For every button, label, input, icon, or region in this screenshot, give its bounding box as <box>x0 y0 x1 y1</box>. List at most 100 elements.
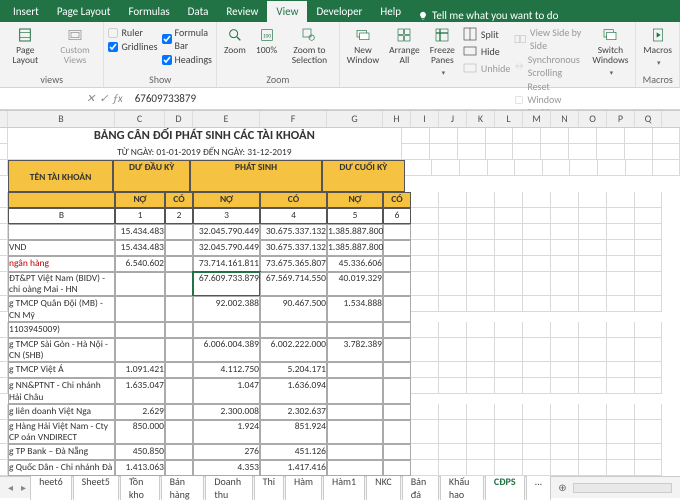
zoom-selection-button[interactable]: Zoom to Selection <box>284 24 335 68</box>
cell[interactable] <box>0 362 8 378</box>
cell[interactable] <box>607 420 635 444</box>
cell[interactable] <box>411 338 439 362</box>
cell[interactable] <box>579 444 607 460</box>
cell[interactable] <box>579 404 607 420</box>
horizontal-scrollbar[interactable] <box>573 483 672 493</box>
cell[interactable] <box>432 160 460 176</box>
cell[interactable] <box>0 192 8 208</box>
cell[interactable] <box>8 192 115 208</box>
cell[interactable] <box>430 144 458 160</box>
cell[interactable] <box>467 338 495 362</box>
cell[interactable] <box>551 378 579 394</box>
cell[interactable] <box>260 322 327 338</box>
cell[interactable] <box>626 160 654 176</box>
cell[interactable]: 1.091.421 <box>115 362 165 378</box>
cell[interactable] <box>523 256 551 272</box>
cell[interactable]: 73.675.365.807 <box>260 256 327 272</box>
cell[interactable]: 32.045.790.449 <box>193 224 260 240</box>
cell[interactable] <box>635 378 662 394</box>
cell[interactable]: g TMCP Sài Gòn - Hà Nội - CN (SHB) <box>8 338 115 362</box>
cell[interactable] <box>653 128 680 144</box>
table-row[interactable]: 1103945009) <box>0 322 680 338</box>
cell[interactable] <box>551 240 579 256</box>
cell[interactable] <box>607 272 635 296</box>
col-head-c[interactable]: C <box>115 111 165 127</box>
col-head-o[interactable]: O <box>579 111 607 127</box>
cell[interactable] <box>495 256 523 272</box>
cell[interactable] <box>327 404 383 420</box>
cell[interactable] <box>411 420 439 444</box>
cell[interactable] <box>579 192 607 208</box>
cell[interactable] <box>635 272 662 296</box>
cell[interactable] <box>579 256 607 272</box>
cell[interactable] <box>165 256 193 272</box>
cell[interactable] <box>327 460 383 476</box>
cell[interactable] <box>598 160 626 176</box>
cell[interactable] <box>597 144 625 160</box>
cell[interactable] <box>411 192 439 208</box>
cell[interactable] <box>467 322 495 338</box>
cell[interactable] <box>165 444 193 460</box>
cell[interactable]: DƯ ĐẦU KỲ <box>113 160 190 192</box>
cell[interactable] <box>523 460 551 476</box>
cell[interactable]: 1.924 <box>193 420 260 444</box>
cell[interactable] <box>439 224 467 240</box>
table-row[interactable]: g liên doanh Việt Nga2.6292.300.0082.302… <box>0 404 680 420</box>
cell[interactable] <box>551 420 579 444</box>
cell[interactable] <box>0 128 8 144</box>
cell[interactable] <box>495 362 523 378</box>
formula-input[interactable]: 67609733879 <box>129 92 680 105</box>
cell[interactable] <box>467 192 495 208</box>
cell[interactable] <box>495 404 523 420</box>
cell[interactable] <box>327 420 383 444</box>
macros-button[interactable]: Macros <box>640 24 675 69</box>
cell[interactable]: g TMCP Quân Đội (MB) - CN Mỹ <box>8 296 115 322</box>
cell[interactable] <box>579 420 607 444</box>
cell[interactable] <box>635 338 662 362</box>
cell[interactable] <box>115 338 165 362</box>
cell[interactable] <box>579 460 607 476</box>
cell[interactable]: 1.413.063 <box>115 460 165 476</box>
cell[interactable] <box>523 338 551 362</box>
cell[interactable]: 450.850 <box>115 444 165 460</box>
cell[interactable]: 1.385.887.800 <box>327 240 383 256</box>
cell[interactable]: 2 <box>165 208 193 224</box>
cell[interactable] <box>115 322 165 338</box>
cell[interactable]: 1 <box>115 208 165 224</box>
cell[interactable]: B <box>8 208 115 224</box>
cell[interactable]: 6.002.222.000 <box>260 338 327 362</box>
report-title[interactable]: BẢNG CÂN ĐỐI PHÁT SINH CÁC TÀI KHOẢN <box>8 128 402 144</box>
cell[interactable] <box>327 444 383 460</box>
cell[interactable]: TÊN TÀI KHOẢN <box>8 160 113 192</box>
cell[interactable] <box>458 128 486 144</box>
cell[interactable]: 90.467.500 <box>260 296 327 322</box>
cell[interactable] <box>570 160 598 176</box>
cell[interactable]: 67.609.733.879 <box>193 272 260 296</box>
cell[interactable] <box>165 378 193 404</box>
cell[interactable]: DƯ CUỐI KỲ <box>322 160 405 192</box>
cell[interactable] <box>165 404 193 420</box>
cell[interactable] <box>0 256 8 272</box>
cell[interactable] <box>625 144 653 160</box>
cell[interactable]: 1.635.047 <box>115 378 165 404</box>
col-head-f[interactable]: F <box>260 111 327 127</box>
cell[interactable] <box>495 224 523 240</box>
cell[interactable] <box>579 338 607 362</box>
col-head-l[interactable]: L <box>495 111 523 127</box>
cell[interactable] <box>523 192 551 208</box>
worksheet-area[interactable]: B C D E F G H I J K L M N O P Q BẢNG CÂN… <box>0 110 680 476</box>
cell[interactable] <box>0 322 8 338</box>
fx-icon[interactable]: ƒx <box>112 92 122 105</box>
cell[interactable] <box>607 444 635 460</box>
cell[interactable] <box>523 224 551 240</box>
tab-nav-prev[interactable]: ◂ <box>4 481 17 494</box>
freeze-panes-button[interactable]: Freeze Panes <box>427 24 458 79</box>
cell[interactable] <box>439 296 467 312</box>
cell[interactable] <box>635 224 662 240</box>
cell[interactable] <box>513 144 541 160</box>
cell[interactable] <box>411 444 439 460</box>
split-button[interactable]: Split <box>462 26 510 42</box>
cell[interactable]: PHÁT SINH <box>190 160 322 192</box>
cell[interactable] <box>327 378 383 404</box>
cell[interactable] <box>513 128 541 144</box>
